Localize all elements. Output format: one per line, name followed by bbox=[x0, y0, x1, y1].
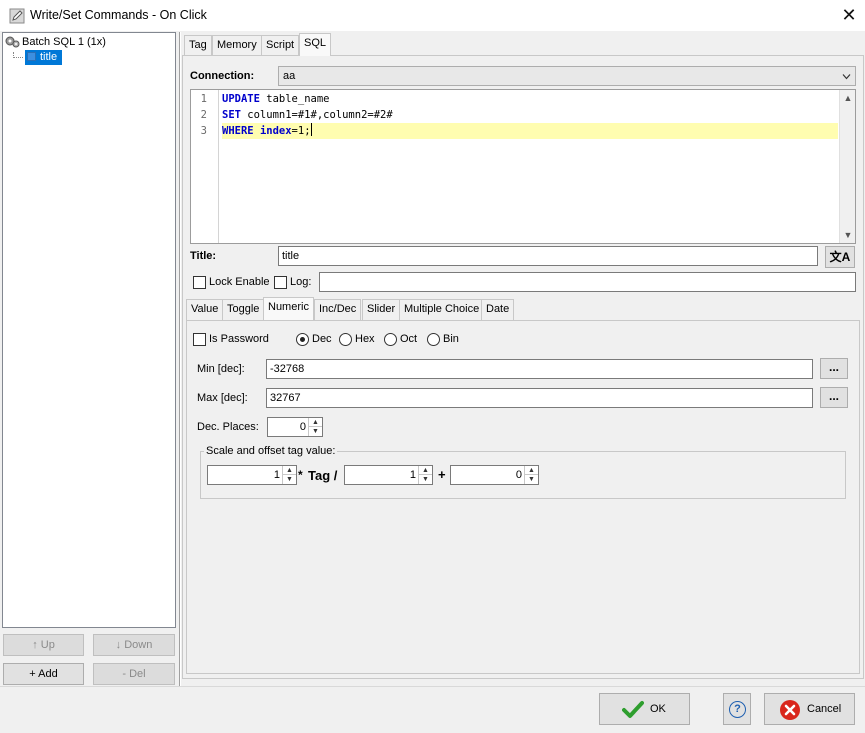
max-browse-button[interactable]: ... bbox=[820, 387, 848, 408]
down-button[interactable]: ↓ Down bbox=[93, 634, 175, 656]
line-number: 1 bbox=[200, 93, 207, 105]
step-down-icon[interactable]: ▼ bbox=[525, 475, 538, 484]
subtab-date[interactable]: Date bbox=[481, 299, 515, 320]
dec-places-stepper[interactable]: 0 ▲ ▼ bbox=[267, 417, 323, 437]
radio-bin-label: Bin bbox=[443, 333, 459, 345]
line-number: 2 bbox=[200, 109, 207, 121]
translate-button[interactable]: 文A bbox=[825, 246, 855, 268]
panel-splitter[interactable] bbox=[179, 32, 181, 686]
tab-tag[interactable]: Tag bbox=[184, 35, 212, 56]
chevron-down-icon bbox=[842, 74, 851, 80]
tab-memory[interactable]: Memory bbox=[212, 35, 262, 56]
is-password-label: Is Password bbox=[209, 333, 269, 345]
tab-sql[interactable]: SQL bbox=[299, 33, 332, 56]
gears-icon bbox=[5, 36, 20, 48]
tree-root-item[interactable]: Batch SQL 1 (1x) bbox=[5, 35, 106, 51]
divisor-stepper[interactable]: 1 ▲ ▼ bbox=[344, 465, 433, 485]
editor-scrollbar[interactable]: ▲ ▼ bbox=[839, 90, 855, 243]
cancel-label: Cancel bbox=[807, 703, 842, 715]
subtab-toggle[interactable]: Toggle bbox=[222, 299, 265, 320]
code-line: UPDATE table_name bbox=[222, 93, 330, 105]
scale-offset-label: Scale and offset tag value: bbox=[204, 445, 338, 457]
tree-child-item[interactable]: title bbox=[25, 50, 63, 65]
cancel-x-icon bbox=[780, 700, 800, 720]
delete-button[interactable]: - Del bbox=[93, 663, 175, 685]
help-button[interactable]: ? bbox=[723, 693, 751, 725]
subtab-numeric[interactable]: Numeric bbox=[263, 297, 314, 320]
radio-oct-label: Oct bbox=[400, 333, 418, 345]
dec-places-label: Dec. Places: bbox=[197, 421, 259, 433]
step-up-icon[interactable]: ▲ bbox=[309, 418, 322, 427]
radio-bin[interactable] bbox=[427, 333, 440, 346]
max-input[interactable]: 32767 bbox=[266, 388, 813, 408]
node-icon bbox=[27, 52, 36, 61]
plus-sign: + bbox=[438, 467, 446, 482]
tree-connector bbox=[13, 52, 23, 58]
radio-dec-label: Dec bbox=[312, 333, 332, 345]
footer-divider bbox=[0, 686, 865, 687]
translate-icon: 文A bbox=[829, 250, 851, 264]
lock-enable-checkbox[interactable] bbox=[193, 276, 206, 289]
text-cursor bbox=[310, 123, 312, 136]
min-input[interactable]: -32768 bbox=[266, 359, 813, 379]
sql-code-editor[interactable]: 1 2 3 UPDATE table_name SET column1=#1#,… bbox=[190, 89, 856, 244]
scroll-down-icon[interactable]: ▼ bbox=[840, 227, 856, 243]
step-up-icon[interactable]: ▲ bbox=[283, 466, 296, 475]
log-label: Log: bbox=[290, 276, 312, 288]
ok-label: OK bbox=[650, 703, 666, 715]
connection-label: Connection: bbox=[190, 70, 255, 82]
radio-oct[interactable] bbox=[384, 333, 397, 346]
scroll-up-icon[interactable]: ▲ bbox=[840, 90, 856, 106]
window-title: Write/Set Commands - On Click bbox=[30, 8, 207, 22]
title-label: Title: bbox=[190, 250, 217, 262]
scale-stepper[interactable]: 1 ▲ ▼ bbox=[207, 465, 297, 485]
tree-root-label: Batch SQL 1 (1x) bbox=[22, 36, 106, 48]
connection-dropdown[interactable]: aa bbox=[278, 66, 856, 86]
max-label: Max [dec]: bbox=[197, 392, 248, 404]
radio-hex[interactable] bbox=[339, 333, 352, 346]
tag-divide-label: Tag / bbox=[308, 468, 338, 483]
checkmark-icon bbox=[622, 701, 644, 718]
scale-value: 1 bbox=[273, 469, 280, 481]
step-down-icon[interactable]: ▼ bbox=[283, 475, 296, 484]
code-line-active: WHERE index=1; bbox=[222, 123, 838, 139]
is-password-checkbox[interactable] bbox=[193, 333, 206, 346]
subtab-incdec[interactable]: Inc/Dec bbox=[314, 299, 362, 320]
subtab-slider[interactable]: Slider bbox=[362, 299, 401, 320]
dec-places-value: 0 bbox=[299, 421, 306, 433]
ok-button[interactable]: OK bbox=[599, 693, 690, 725]
offset-value: 0 bbox=[515, 469, 522, 481]
code-line: SET column1=#1#,column2=#2# bbox=[222, 109, 393, 121]
lock-enable-label: Lock Enable bbox=[209, 276, 270, 288]
log-checkbox[interactable] bbox=[274, 276, 287, 289]
radio-hex-label: Hex bbox=[355, 333, 375, 345]
subtab-multiple-choice[interactable]: Multiple Choice bbox=[399, 299, 485, 320]
subtab-value[interactable]: Value bbox=[186, 299, 224, 320]
divisor-value: 1 bbox=[409, 469, 416, 481]
min-label: Min [dec]: bbox=[197, 363, 245, 375]
step-down-icon[interactable]: ▼ bbox=[419, 475, 432, 484]
cancel-button[interactable]: Cancel bbox=[764, 693, 855, 725]
radio-dec[interactable] bbox=[296, 333, 309, 346]
step-up-icon[interactable]: ▲ bbox=[525, 466, 538, 475]
title-bar: Write/Set Commands - On Click ✕ bbox=[0, 0, 865, 31]
add-button[interactable]: + Add bbox=[3, 663, 84, 685]
help-icon: ? bbox=[729, 701, 746, 718]
tab-script[interactable]: Script bbox=[261, 35, 300, 56]
min-browse-button[interactable]: ... bbox=[820, 358, 848, 379]
tree-child-label: title bbox=[40, 51, 58, 63]
line-number: 3 bbox=[200, 125, 207, 137]
step-down-icon[interactable]: ▼ bbox=[309, 427, 322, 436]
pencil-icon bbox=[9, 8, 25, 24]
title-input[interactable]: title bbox=[278, 246, 818, 266]
offset-stepper[interactable]: 0 ▲ ▼ bbox=[450, 465, 539, 485]
multiply-sign: * bbox=[298, 468, 303, 482]
line-number-gutter: 1 2 3 bbox=[191, 90, 219, 243]
log-input[interactable] bbox=[319, 272, 856, 292]
step-up-icon[interactable]: ▲ bbox=[419, 466, 432, 475]
connection-value: aa bbox=[283, 70, 296, 82]
command-tree[interactable]: Batch SQL 1 (1x) title bbox=[2, 32, 176, 628]
up-button[interactable]: ↑ Up bbox=[3, 634, 84, 656]
close-icon[interactable]: ✕ bbox=[838, 4, 860, 26]
